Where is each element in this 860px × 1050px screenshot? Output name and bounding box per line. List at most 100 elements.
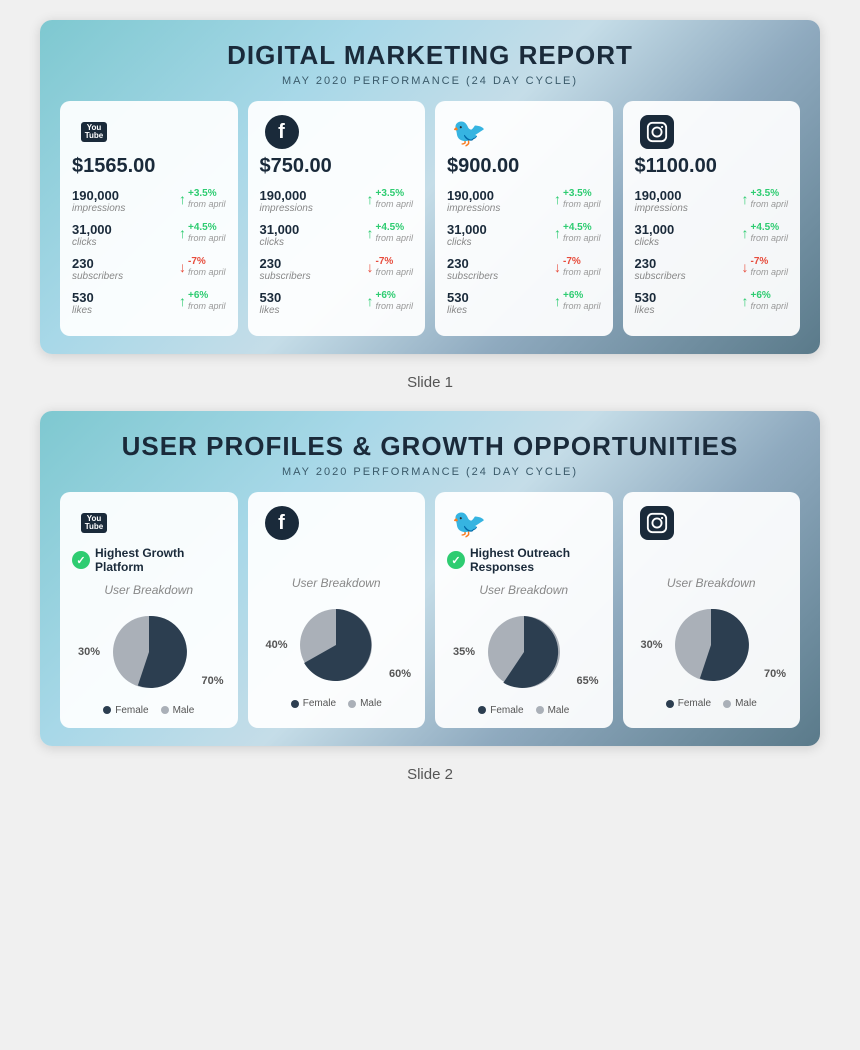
down-arrow-icon: ↓ [179, 259, 186, 275]
instagram-icon-wrap [635, 115, 679, 149]
ig-legend: Female Male [635, 698, 789, 709]
up-arrow-icon: ↑ [741, 293, 748, 309]
yt-stat-subscribers: 230 subscribers ↓ -7% from april [72, 256, 226, 282]
fb-pie-chart: 40% 60% [260, 600, 414, 690]
tw-male-label: 65% [576, 675, 598, 687]
ig-female-legend: Female [666, 698, 711, 709]
female-dot [103, 706, 111, 714]
slide-1: DIGITAL MARKETING REPORT MAY 2020 PERFOR… [40, 20, 820, 354]
down-arrow-icon: ↓ [366, 259, 373, 275]
slide-2: USER PROFILES & GROWTH OPPORTUNITIES MAY… [40, 411, 820, 746]
up-arrow-icon: ↑ [179, 191, 186, 207]
up-arrow-icon: ↑ [366, 191, 373, 207]
female-dot [478, 706, 486, 714]
up-arrow-icon: ↑ [554, 225, 561, 241]
slide-1-label: Slide 1 [407, 374, 453, 391]
tw-breakdown-title: User Breakdown [447, 583, 601, 597]
slide-1-title: DIGITAL MARKETING REPORT [60, 40, 800, 71]
twitter-bird-icon: 🐦 [452, 116, 487, 149]
male-dot [161, 706, 169, 714]
female-dot [666, 700, 674, 708]
up-arrow-icon: ↑ [554, 293, 561, 309]
yt-badge: ✓ Highest Growth Platform [72, 546, 226, 575]
tw-stat-subscribers: 230 subscribers ↓ -7% from april [447, 256, 601, 282]
fb-breakdown-icon: f [260, 506, 304, 540]
fb-stat-clicks: 31,000 clicks ↑ +4.5% from april [260, 222, 414, 248]
ig-pie-svg [666, 600, 756, 690]
twitter-bird-icon-2: 🐦 [452, 507, 487, 540]
fb-stat-subscribers: 230 subscribers ↓ -7% from april [260, 256, 414, 282]
check-icon: ✓ [72, 551, 90, 569]
fb-breakdown-title: User Breakdown [260, 576, 414, 590]
male-dot [348, 700, 356, 708]
yt-female-legend: Female [103, 705, 148, 716]
up-arrow-icon: ↑ [741, 225, 748, 241]
ig-breakdown-title: User Breakdown [635, 576, 789, 590]
up-arrow-icon: ↑ [741, 191, 748, 207]
fb-female-legend: Female [291, 698, 336, 709]
ig-pie-chart: 30% 70% [635, 600, 789, 690]
youtube-icon: You Tube [72, 115, 116, 149]
slide-1-cards: You Tube $1565.00 190,000 impressions ↑ … [60, 101, 800, 336]
fb-female-label: 40% [266, 639, 288, 651]
yt-legend: Female Male [72, 705, 226, 716]
facebook-card: f $750.00 190,000 impressions ↑ +3.5% fr… [248, 101, 426, 336]
ig-male-label: 70% [764, 668, 786, 680]
yt-male-label: 70% [201, 675, 223, 687]
check-icon-2: ✓ [447, 551, 465, 569]
ig-stat-subscribers: 230 subscribers ↓ -7% from april [635, 256, 789, 282]
up-arrow-icon: ↑ [179, 225, 186, 241]
fb-male-label: 60% [389, 668, 411, 680]
ig-stat-impressions: 190,000 impressions ↑ +3.5% from april [635, 188, 789, 214]
ig-breakdown-icon [635, 506, 679, 540]
tw-breakdown-icon: 🐦 [447, 506, 491, 540]
yt-stat-clicks: 31,000 clicks ↑ +4.5% from april [72, 222, 226, 248]
up-arrow-icon: ↑ [554, 191, 561, 207]
slide-2-title: USER PROFILES & GROWTH OPPORTUNITIES [60, 431, 800, 462]
facebook-breakdown-card: f User Breakdown 40% 60% Femal [248, 492, 426, 728]
yt-breakdown-icon: You Tube [72, 506, 116, 540]
up-arrow-icon: ↑ [366, 225, 373, 241]
instagram-breakdown-card: User Breakdown 30% 70% Female [623, 492, 801, 728]
instagram-icon [640, 115, 674, 149]
facebook-price: $750.00 [260, 155, 414, 178]
instagram-card: $1100.00 190,000 impressions ↑ +3.5% fro… [623, 101, 801, 336]
yt-pie-svg [104, 607, 194, 697]
ig-stat-likes: 530 likes ↑ +6% from april [635, 290, 789, 316]
instagram-icon-2 [640, 506, 674, 540]
fb-legend: Female Male [260, 698, 414, 709]
ig-female-label: 30% [641, 639, 663, 651]
youtube-card: You Tube $1565.00 190,000 impressions ↑ … [60, 101, 238, 336]
twitter-icon-wrap: 🐦 [447, 115, 491, 149]
yt-pie-chart: 30% 70% [72, 607, 226, 697]
yt-male-legend: Male [161, 705, 195, 716]
fb-pie-svg [291, 600, 381, 690]
fb-stat-impressions: 190,000 impressions ↑ +3.5% from april [260, 188, 414, 214]
slide-2-label: Slide 2 [407, 766, 453, 783]
youtube-breakdown-card: You Tube ✓ Highest Growth Platform User … [60, 492, 238, 728]
yt-stat-likes: 530 likes ↑ +6% from april [72, 290, 226, 316]
female-dot [291, 700, 299, 708]
up-arrow-icon: ↑ [366, 293, 373, 309]
down-arrow-icon: ↓ [741, 259, 748, 275]
fb-stat-likes: 530 likes ↑ +6% from april [260, 290, 414, 316]
yt-breakdown-title: User Breakdown [72, 583, 226, 597]
tw-badge: ✓ Highest Outreach Responses [447, 546, 601, 575]
slide-1-subtitle: MAY 2020 PERFORMANCE (24 DAY CYCLE) [60, 75, 800, 87]
tw-female-legend: Female [478, 705, 523, 716]
tw-male-legend: Male [536, 705, 570, 716]
facebook-icon: f [260, 115, 304, 149]
tw-legend: Female Male [447, 705, 601, 716]
down-arrow-icon: ↓ [554, 259, 561, 275]
tw-pie-svg [479, 607, 569, 697]
slide-2-subtitle: MAY 2020 PERFORMANCE (24 DAY CYCLE) [60, 466, 800, 478]
instagram-price: $1100.00 [635, 155, 789, 178]
up-arrow-icon: ↑ [179, 293, 186, 309]
yt-stat-impressions: 190,000 impressions ↑ +3.5% from april [72, 188, 226, 214]
tw-female-label: 35% [453, 646, 475, 658]
ig-stat-clicks: 31,000 clicks ↑ +4.5% from april [635, 222, 789, 248]
twitter-price: $900.00 [447, 155, 601, 178]
twitter-breakdown-card: 🐦 ✓ Highest Outreach Responses User Brea… [435, 492, 613, 728]
male-dot [536, 706, 544, 714]
slide-2-cards: You Tube ✓ Highest Growth Platform User … [60, 492, 800, 728]
